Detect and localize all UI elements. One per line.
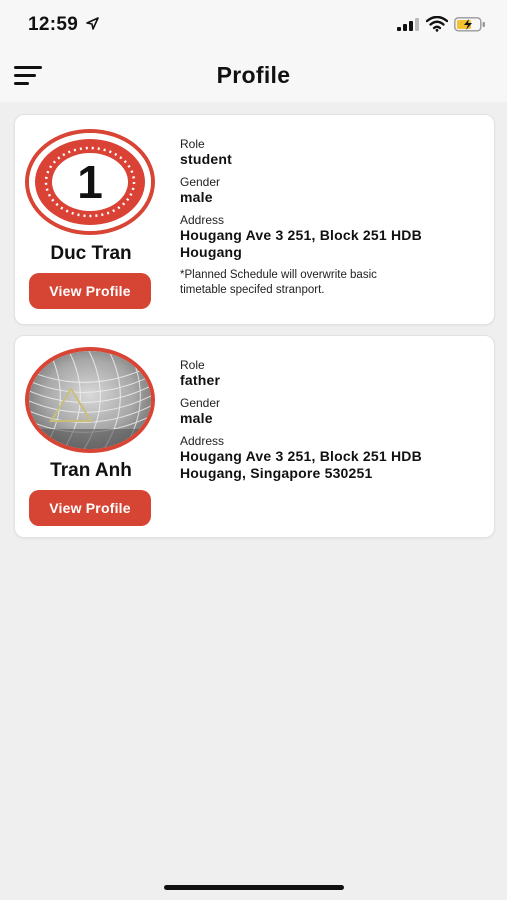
role-label: Role (180, 358, 205, 372)
gender-value: male (180, 410, 213, 426)
gender-label: Gender (180, 396, 221, 410)
address-line-1: Hougang Ave 3 251, Block 251 HDB (180, 227, 422, 243)
role-value: father (180, 372, 221, 388)
location-arrow-icon (86, 17, 99, 30)
avatar (25, 347, 155, 453)
role-label: Role (180, 137, 205, 151)
role-value: student (180, 151, 232, 167)
address-line-2: Hougang (180, 244, 243, 260)
svg-text:1: 1 (77, 156, 103, 208)
profile-card: Tran Anh View Profile Role father Gender… (14, 335, 495, 538)
home-indicator (164, 885, 344, 890)
address-line-1: Hougang Ave 3 251, Block 251 HDB (180, 448, 422, 464)
page-title: Profile (216, 62, 291, 88)
profile-info: Role father Gender male Address Hougang … (180, 358, 480, 489)
status-time: 12:59 (28, 14, 79, 35)
avatar-photo (29, 351, 151, 449)
signal-icon (397, 18, 419, 31)
address-label: Address (180, 434, 225, 448)
schedule-note-line-1: *Planned Schedule will overwrite basic (180, 269, 377, 281)
number-badge-image: 1 (29, 133, 151, 231)
nav-bar: Profile (0, 52, 507, 102)
address-line-2: Hougang, Singapore 530251 (180, 465, 373, 481)
gender-value: male (180, 189, 213, 205)
wifi-icon (426, 16, 448, 32)
profile-name: Duc Tran (50, 243, 132, 264)
avatar: 1 (25, 129, 155, 235)
profile-info: Role student Gender male Address Hougang… (180, 137, 480, 298)
gender-label: Gender (180, 175, 221, 189)
profile-card: 1 Duc Tran View Profile Role student Gen… (14, 114, 495, 325)
profile-name: Tran Anh (50, 460, 132, 481)
schedule-note-line-2: timetable specifed stranport. (180, 284, 325, 296)
battery-charging-icon (454, 17, 485, 32)
view-profile-button[interactable]: View Profile (29, 490, 151, 526)
view-profile-button[interactable]: View Profile (29, 273, 151, 309)
status-bar: 12:59 (0, 0, 507, 52)
address-label: Address (180, 213, 225, 227)
